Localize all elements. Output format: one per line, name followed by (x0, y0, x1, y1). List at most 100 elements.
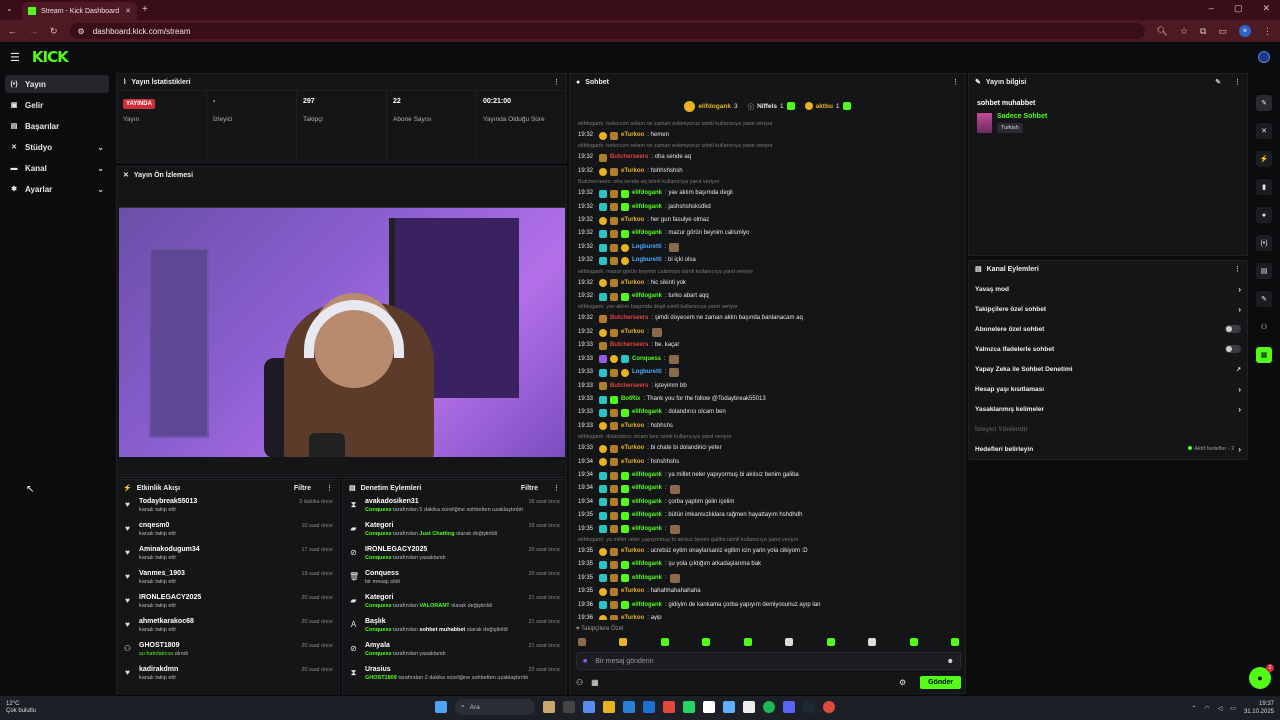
mod-action-item[interactable]: ⊘ Amyala Conquess tarafından yasaklandı 21 … (343, 640, 566, 664)
chat-message[interactable]: 19:33 eTurkoo: hshhshs (578, 420, 957, 433)
chat-message[interactable]: 19:33 elifdogank: dolandırıcı olcam ben (578, 406, 957, 419)
battery-icon[interactable]: ▭ (1230, 705, 1236, 712)
mod-action-item[interactable]: ⊘ IRONLEGACY2025 Conquess tarafından yasak… (343, 544, 566, 568)
mod-action-item[interactable]: ▰ Kategori Conquess tarafından Just Chatti… (343, 520, 566, 544)
channel-action-item[interactable]: Hesap yaşı kısıtlaması › (969, 379, 1247, 399)
sidebar-item-yayin[interactable]: (•) Yayın (5, 75, 109, 93)
menu-icon[interactable]: ☰ (10, 51, 20, 64)
broadcast-icon[interactable]: (•) (1256, 235, 1272, 251)
app-icon[interactable] (743, 701, 755, 713)
moderator-name[interactable]: Conquess (365, 651, 392, 657)
moderator-name[interactable]: Conquess (365, 603, 392, 609)
chat-username[interactable]: Logburetti (632, 366, 662, 379)
chat-message[interactable]: 19:34 eTurkoo: hshshhshs (578, 456, 957, 469)
chat-message[interactable]: 19:34 elifdogank: (578, 482, 957, 495)
chat-username[interactable]: eTurkoo (621, 214, 644, 227)
chat-username[interactable]: Butcherseers (610, 339, 648, 352)
emote-icon[interactable] (660, 638, 669, 646)
chrome-profile-icon[interactable] (703, 701, 715, 713)
chat-message[interactable]: 19:32 eTurkoo: (578, 326, 957, 339)
chat-message[interactable]: 19:33 Butcherseers: işteyimm bb (578, 380, 957, 393)
chat-username[interactable]: elifdogank (632, 482, 662, 495)
emote-icon[interactable] (785, 638, 794, 646)
chat-message[interactable]: 19:35 elifdogank: şu yola çıktığım arkada… (578, 558, 957, 571)
whatsapp-icon[interactable] (683, 701, 695, 713)
chat-username[interactable]: elifdogank (632, 406, 662, 419)
sidebar-item-studyo[interactable]: ✕ Stüdyo ⌄ (5, 138, 109, 156)
chat-message[interactable]: 19:32 elifdogank: turko abart aqq (578, 290, 957, 303)
chat-icon[interactable]: ● (1256, 207, 1272, 223)
more-icon[interactable]: ⋮ (1234, 78, 1241, 86)
chat-username[interactable]: eTurkoo (621, 545, 644, 558)
chat-message[interactable]: 19:32 Butcherseers: oha sende aq (578, 151, 957, 164)
chat-username[interactable]: elifdogank (632, 187, 662, 200)
chat-users-icon[interactable]: ⚇ (576, 678, 583, 687)
chat-message[interactable]: 19:32 eTurkoo: her gun fasulye olmaz (578, 214, 957, 227)
chat-message[interactable]: 19:32 elifdogank: jashshshsksdkd (578, 201, 957, 214)
toggle-switch[interactable] (1225, 345, 1241, 353)
nodes-icon[interactable]: ⚇ (1256, 319, 1272, 335)
filter-button[interactable]: Filtre (294, 485, 311, 492)
chat-username[interactable]: Conquess (632, 353, 661, 366)
steam-icon[interactable] (803, 701, 815, 713)
filter-button[interactable]: Filtre (521, 485, 538, 492)
chat-message[interactable]: 19:33 Conquess: (578, 353, 957, 366)
zoom-icon[interactable]: 🔍︎ (1157, 26, 1168, 37)
activity-feed-item[interactable]: ♥ IRONLEGACY2025 kanalı takip etti 20 saat … (117, 592, 339, 616)
moderator-name[interactable]: Conquess (365, 555, 392, 561)
stream-video[interactable] (119, 207, 565, 457)
chat-message[interactable]: 19:32 elifdogank: yav aklım başımda degil (578, 187, 957, 200)
chat-username[interactable]: eTurkoo (621, 585, 644, 598)
emoji-picker-icon[interactable]: ☻ (947, 658, 954, 665)
chat-username[interactable]: elifdogank (632, 227, 662, 240)
chat-message[interactable]: 19:36 eTurkoo: ayip (578, 612, 957, 620)
chat-message[interactable]: 19:32 eTurkoo: hemen (578, 129, 957, 142)
discord-icon[interactable] (783, 701, 795, 713)
clock[interactable]: 19:37 31.10.2025 (1244, 700, 1274, 716)
tab-search-icon[interactable]: ⌄ (6, 4, 13, 13)
minimize-icon[interactable]: – (1209, 3, 1214, 14)
new-tab-icon[interactable]: + (142, 4, 148, 15)
activity-feed-item[interactable]: ♥ Aminakodugum34 kanalı takip etti 17 saat … (117, 544, 339, 568)
chat-message[interactable]: 19:36 elifdogank: gidiyim de kankama çorb… (578, 599, 957, 612)
close-tab-icon[interactable]: ✕ (125, 7, 131, 15)
channel-action-item[interactable]: Takipçilere özel sohbet › (969, 299, 1247, 319)
edit-icon[interactable]: ✎ (1215, 78, 1221, 86)
channel-action-item[interactable]: Abonelere özel sohbet (969, 319, 1247, 339)
moderator-name[interactable]: Conquess (365, 627, 392, 633)
chat-message[interactable]: 19:35 elifdogank: (578, 572, 957, 585)
tray-chevron-icon[interactable]: ⌃ (1191, 705, 1196, 712)
chat-message[interactable]: 19:35 eTurkoo: ucretsiz eytim onaylarsani… (578, 545, 957, 558)
forward-icon[interactable]: → (29, 26, 38, 36)
chat-input[interactable]: ■ Bir mesaj gönderin ☻ (576, 652, 961, 670)
activity-feed-item[interactable]: ♥ cnqesm0 kanalı takip etti 10 saat önce (117, 520, 339, 544)
activity-feed-item[interactable]: ♥ Vanmes_1903 kanalı takip etti 19 saat önc… (117, 568, 339, 592)
site-info-icon[interactable]: ⚙ (78, 27, 85, 36)
mod-action-item[interactable]: ⧗ Urasius GHOST1809 tarafından 2 dakika sü… (343, 664, 566, 688)
chat-username[interactable]: Logburetti (632, 254, 662, 267)
weather-widget[interactable]: 12°C Çok bulutlu (6, 701, 36, 715)
back-icon[interactable]: ← (8, 26, 17, 36)
emote-icon[interactable] (578, 638, 586, 646)
emote-icon[interactable] (868, 638, 877, 646)
wifi-icon[interactable]: ◠ (1204, 705, 1209, 712)
chat-gift-icon[interactable]: ▦ (591, 678, 599, 687)
mod-action-item[interactable]: A Başlık Conquess tarafından sohbet muhabb… (343, 616, 566, 640)
emote-icon[interactable] (702, 638, 711, 646)
add-widget-icon[interactable]: ▦ (1256, 347, 1272, 363)
more-icon[interactable]: ⋮ (1234, 265, 1241, 273)
chat-message[interactable]: 19:32 Logburetti: bi içki olsa (578, 254, 957, 267)
bookmark-star-icon[interactable]: ☆ (1180, 26, 1188, 37)
chat-message[interactable]: 19:33 Butcherseers: be. kaçar (578, 339, 957, 352)
close-window-icon[interactable]: ✕ (1262, 3, 1270, 14)
chat-message[interactable]: 19:33 Logburetti: (578, 366, 957, 379)
activity-feed-item[interactable]: ♥ Todaybreak55013 kanalı takip etti 3 dakik… (117, 496, 339, 520)
chat-message[interactable]: 19:32 Butcherseers: şimdi doyecem ne zama… (578, 312, 957, 325)
moderator-name[interactable]: GHOST1809 (365, 675, 397, 681)
chat-message[interactable]: 19:35 elifdogank: bütün imkansızlıklara r… (578, 509, 957, 522)
chat-settings-icon[interactable]: ⚙ (899, 678, 906, 687)
extensions-icon[interactable]: ⧉ (1200, 26, 1206, 37)
start-icon[interactable] (435, 701, 447, 713)
emote-icon[interactable] (826, 638, 835, 646)
store-icon[interactable]: ▤ (1256, 263, 1272, 279)
